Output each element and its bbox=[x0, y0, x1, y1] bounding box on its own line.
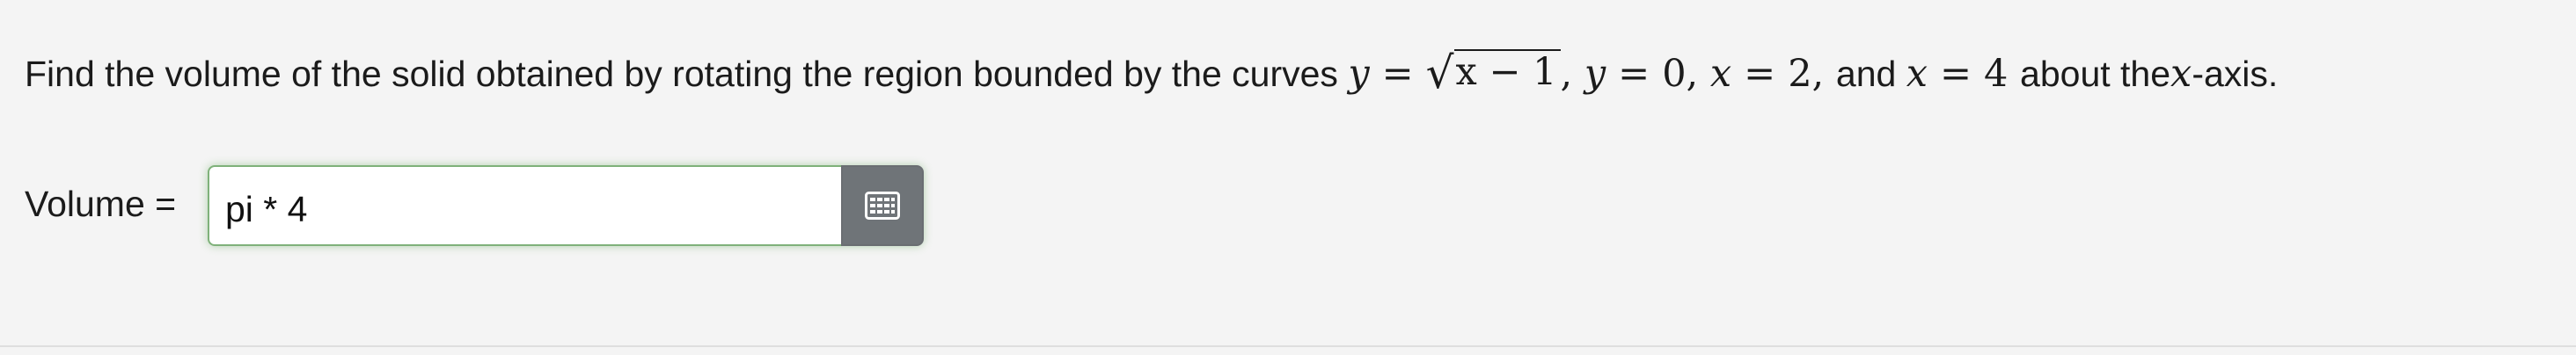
equals-sign: = bbox=[1744, 52, 1776, 96]
axis-suffix: -axis. bbox=[2192, 54, 2279, 94]
equals-sign: = bbox=[1939, 52, 1972, 96]
question-text: Find the volume of the solid obtained by… bbox=[25, 47, 2278, 100]
value-4: 4 bbox=[1984, 52, 2009, 96]
equation-y-0: y = 0, bbox=[1584, 52, 1710, 96]
sqrt-radicand: x − 1 bbox=[1453, 49, 1561, 93]
var-axis-x: x bbox=[2170, 52, 2192, 96]
answer-field-group bbox=[208, 165, 924, 246]
keyboard-icon bbox=[865, 192, 900, 220]
comma-3: , bbox=[1811, 52, 1825, 96]
var-x2: x bbox=[1906, 52, 1928, 96]
value-2: 2 bbox=[1788, 52, 1812, 96]
comma-1: , bbox=[1560, 52, 1573, 96]
value-0: 0 bbox=[1662, 52, 1687, 96]
comma-2: , bbox=[1686, 52, 1699, 96]
volume-label: Volume = bbox=[25, 184, 177, 224]
equals-sign: = bbox=[1618, 52, 1650, 96]
equation-x-4: x = 4 bbox=[1906, 52, 2020, 96]
question-intro: Find the volume of the solid obtained by… bbox=[25, 54, 1338, 94]
equation-y-sqrt: y = √ x − 1, bbox=[1348, 47, 1584, 98]
math-keyboard-button[interactable] bbox=[841, 165, 924, 246]
and-text: and bbox=[1835, 54, 1897, 94]
bottom-divider bbox=[0, 345, 2576, 347]
sqrt-expression: √ x − 1 bbox=[1425, 47, 1561, 98]
equation-x-2: x = 2, bbox=[1710, 52, 1836, 96]
equals-sign: = bbox=[1381, 52, 1414, 96]
about-text: about the bbox=[2020, 54, 2171, 94]
axis-variable: x bbox=[2170, 52, 2192, 96]
var-x1: x bbox=[1709, 52, 1732, 96]
volume-input[interactable] bbox=[208, 165, 841, 246]
sqrt-icon: √ bbox=[1425, 47, 1454, 98]
var-y2: y bbox=[1584, 52, 1606, 96]
var-y1: y bbox=[1348, 52, 1370, 96]
